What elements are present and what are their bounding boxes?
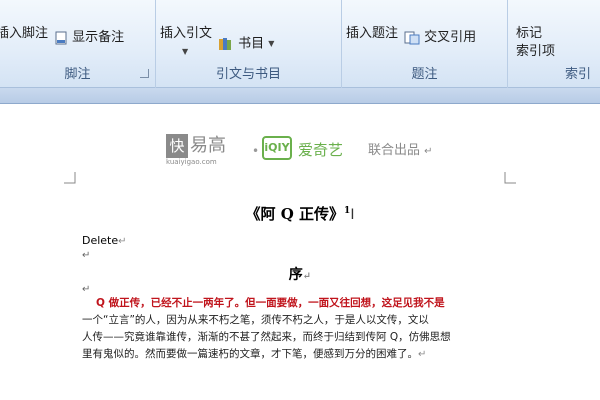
- cross-reference-label: 交叉引用: [424, 30, 477, 45]
- mark-entry-button[interactable]: 标记: [516, 26, 542, 42]
- logo-row: 快 易高 kuaiyigao.com • iQIY 爱奇艺 联合出品 ↵: [166, 134, 486, 170]
- kuaiyigao-logo-text: 易高: [190, 135, 226, 156]
- delete-label: Delete: [82, 234, 119, 247]
- footnotes-group: 插入脚注 显示备注 脚注: [0, 0, 156, 88]
- bibliography-icon: [219, 38, 231, 50]
- show-notes-button[interactable]: 显示备注: [54, 30, 124, 46]
- highlighted-red-text: Q 做正传，已经不止一两年了。但一面要做，一面又往回想，这足见我不是: [96, 297, 445, 309]
- cross-reference-icon: [404, 31, 420, 44]
- document-title[interactable]: 《阿 Q 正传》1I: [70, 203, 530, 224]
- paragraph-mark: ↵: [118, 236, 127, 247]
- joint-production-label: 联合出品: [368, 143, 421, 158]
- crop-mark-left: [64, 172, 76, 184]
- document-area[interactable]: 快 易高 kuaiyigao.com • iQIY 爱奇艺 联合出品 ↵ 《阿 …: [0, 104, 600, 400]
- insert-footnote-label: 插入脚注: [0, 26, 49, 41]
- cross-reference-button[interactable]: 交叉引用: [404, 30, 476, 46]
- document-title-text: 《阿 Q 正传》: [245, 205, 345, 223]
- citations-group-label: 引文与书目: [215, 67, 281, 82]
- insert-footnote-button[interactable]: 插入脚注: [0, 26, 48, 42]
- logo-separator-dot: •: [252, 144, 260, 158]
- kuaiyigao-logo-mark: 快: [166, 134, 188, 158]
- index-group: 标记 索引项 索引: [508, 0, 600, 88]
- iqiyi-logo-text: 爱奇艺: [298, 141, 344, 159]
- body-line-3: 人传——究竟谁靠谁传，渐渐的不甚了然起来，而终于归结到传阿 Q，仿佛思想: [82, 331, 451, 343]
- captions-group-label: 题注: [411, 67, 438, 82]
- insert-caption-button[interactable]: 插入题注: [346, 26, 398, 42]
- paragraph-mark: ↵: [424, 146, 433, 157]
- bibliography-label: 书目: [238, 36, 265, 52]
- index-group-label: 索引: [564, 67, 591, 82]
- empty-paragraph-mark: ↵: [82, 250, 91, 261]
- ribbon: 插入脚注 显示备注 脚注 插入引文 ▼ 书目 ▼ 引文与书目 插入题注 交叉引用…: [0, 0, 600, 88]
- mark-entry-label-1: 标记: [516, 26, 543, 41]
- mark-entry-label-2: 索引项: [516, 44, 556, 59]
- kuaiyigao-logo: 快 易高 kuaiyigao.com: [166, 134, 238, 168]
- insert-citation-dropdown[interactable]: ▼: [182, 44, 188, 61]
- paragraph-mark: ↵: [418, 349, 427, 360]
- section-title[interactable]: 序↵: [70, 264, 530, 284]
- body-line-1: Q 做正传，已经不止一两年了。但一面要做，一面又往回想，这足见我不是: [82, 295, 508, 312]
- body-line-4: 里有鬼似的。然而要做一篇速朽的文章，才下笔，便感到万分的困难了。↵: [82, 346, 508, 363]
- empty-paragraph-mark: ↵: [82, 284, 91, 295]
- insert-citation-button[interactable]: 插入引文: [160, 26, 212, 42]
- footnotes-group-label: 脚注: [64, 67, 91, 82]
- text-cursor-icon: I: [350, 207, 355, 223]
- crop-mark-right: [504, 172, 516, 184]
- ribbon-bottom-strip: [0, 88, 600, 104]
- show-notes-label: 显示备注: [72, 30, 125, 45]
- body-line-4-text: 里有鬼似的。然而要做一篇速朽的文章，才下笔，便感到万分的困难了。: [82, 348, 418, 360]
- insert-citation-label: 插入引文: [160, 26, 213, 41]
- body-paragraph[interactable]: Q 做正传，已经不止一两年了。但一面要做，一面又往回想，这足见我不是 一个“立言…: [82, 295, 508, 363]
- chevron-down-icon: ▼: [182, 47, 189, 56]
- iqiyi-logo: iQIY 爱奇艺: [262, 136, 362, 164]
- mark-entry-button-line2[interactable]: 索引项: [516, 44, 555, 60]
- joint-production-text: 联合出品 ↵: [368, 139, 433, 158]
- insert-caption-label: 插入题注: [346, 26, 399, 41]
- footnotes-dialog-launcher[interactable]: [140, 69, 149, 78]
- captions-group: 插入题注 交叉引用 题注: [342, 0, 508, 88]
- kuaiyigao-url: kuaiyigao.com: [166, 158, 217, 166]
- delete-text[interactable]: Delete↵: [82, 234, 127, 247]
- iqiyi-logo-mark: iQIY: [262, 136, 292, 160]
- show-notes-icon: [55, 31, 67, 44]
- paragraph-mark: ↵: [302, 271, 312, 282]
- section-title-text: 序: [288, 267, 303, 283]
- document-page[interactable]: 快 易高 kuaiyigao.com • iQIY 爱奇艺 联合出品 ↵ 《阿 …: [64, 104, 530, 366]
- citations-group: 插入引文 ▼ 书目 ▼ 引文与书目: [156, 0, 342, 88]
- body-line-2: 一个“立言”的人，因为从来不朽之笔，须传不朽之人，于是人以文传，文以: [82, 314, 429, 326]
- bibliography-button[interactable]: 书目 ▼: [218, 36, 274, 53]
- chevron-down-icon: ▼: [268, 39, 275, 48]
